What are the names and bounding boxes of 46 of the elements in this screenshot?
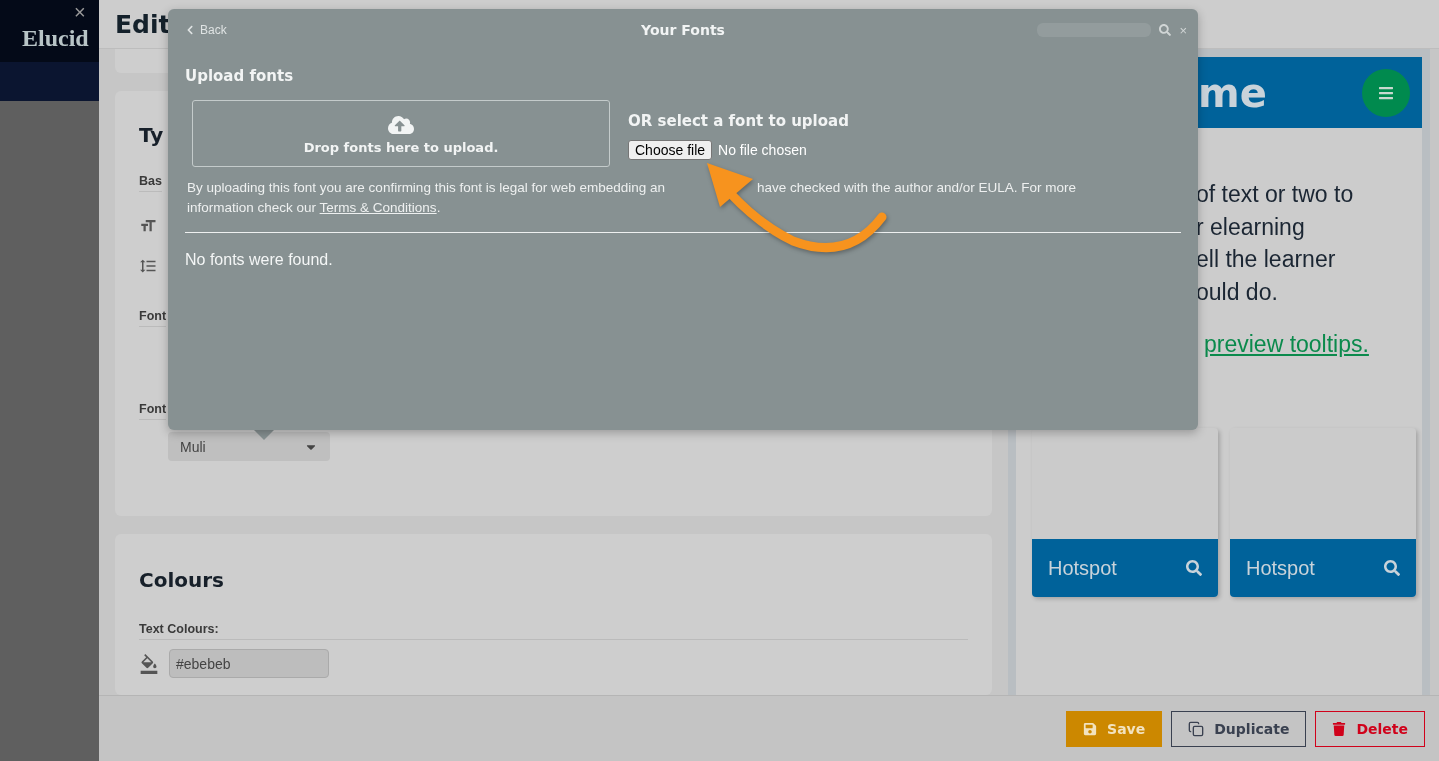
section-title: Ty bbox=[139, 123, 164, 147]
section-title: Colours bbox=[139, 568, 225, 592]
paint-bucket-icon bbox=[139, 653, 159, 674]
delete-button[interactable]: Delete bbox=[1315, 710, 1425, 747]
preview-title: me bbox=[1198, 69, 1267, 116]
search-icon bbox=[1159, 24, 1172, 36]
section-heading: Upload fonts bbox=[185, 67, 295, 85]
close-button[interactable]: × bbox=[1179, 22, 1187, 38]
hotspot-label: Hotspot bbox=[1048, 556, 1117, 580]
preview-link[interactable]: preview tooltips. bbox=[1204, 331, 1422, 358]
search-button[interactable] bbox=[1159, 24, 1172, 36]
search-icon bbox=[1186, 560, 1202, 576]
logo: Elucid bbox=[22, 24, 89, 52]
empty-message: No fonts were found. bbox=[185, 251, 334, 269]
save-button[interactable]: Save bbox=[1066, 710, 1163, 747]
font-select[interactable]: Muli bbox=[168, 432, 330, 461]
back-button[interactable]: Back bbox=[185, 23, 227, 37]
color-field[interactable]: #ebebeb bbox=[169, 649, 329, 678]
chevron-left-icon bbox=[185, 25, 195, 35]
menu-button[interactable] bbox=[1362, 68, 1410, 117]
legal-notice: have checked with the author and/or EULA. For more bbox=[757, 179, 1076, 197]
field-label: Text Colours: bbox=[139, 622, 968, 640]
dialog-title: Your Fonts bbox=[641, 22, 725, 38]
panel-title: Edit bbox=[115, 9, 171, 39]
field-label: Font bbox=[139, 402, 167, 420]
hotspot-label: Hotspot bbox=[1246, 556, 1315, 580]
menu-icon bbox=[1378, 84, 1394, 101]
hotspot-card[interactable]: Hotspot bbox=[1032, 428, 1218, 597]
drop-zone[interactable]: Drop fonts here to upload. bbox=[192, 100, 610, 167]
save-icon bbox=[1083, 721, 1098, 736]
copy-icon bbox=[1188, 720, 1205, 737]
line-height-icon bbox=[139, 257, 157, 275]
legal-notice: information check our Terms & Conditions. bbox=[187, 199, 441, 217]
duplicate-button[interactable]: Duplicate bbox=[1171, 710, 1307, 747]
field-label: Bas bbox=[139, 174, 162, 192]
trash-icon bbox=[1332, 721, 1347, 736]
drop-zone-text: Drop fonts here to upload. bbox=[303, 140, 499, 155]
file-status: No file chosen bbox=[718, 142, 807, 158]
legal-notice: By uploading this font you are confirming this font is legal for web embedding an bbox=[187, 179, 666, 197]
search-icon bbox=[1384, 560, 1400, 576]
field-label: Font bbox=[139, 309, 167, 327]
terms-link[interactable]: Terms & Conditions bbox=[319, 200, 437, 215]
choose-file-button[interactable]: Choose file bbox=[628, 140, 713, 160]
hotspot-card[interactable]: Hotspot bbox=[1230, 428, 1416, 597]
close-button[interactable]: × bbox=[70, 2, 90, 22]
section-heading: OR select a font to upload bbox=[628, 112, 849, 130]
